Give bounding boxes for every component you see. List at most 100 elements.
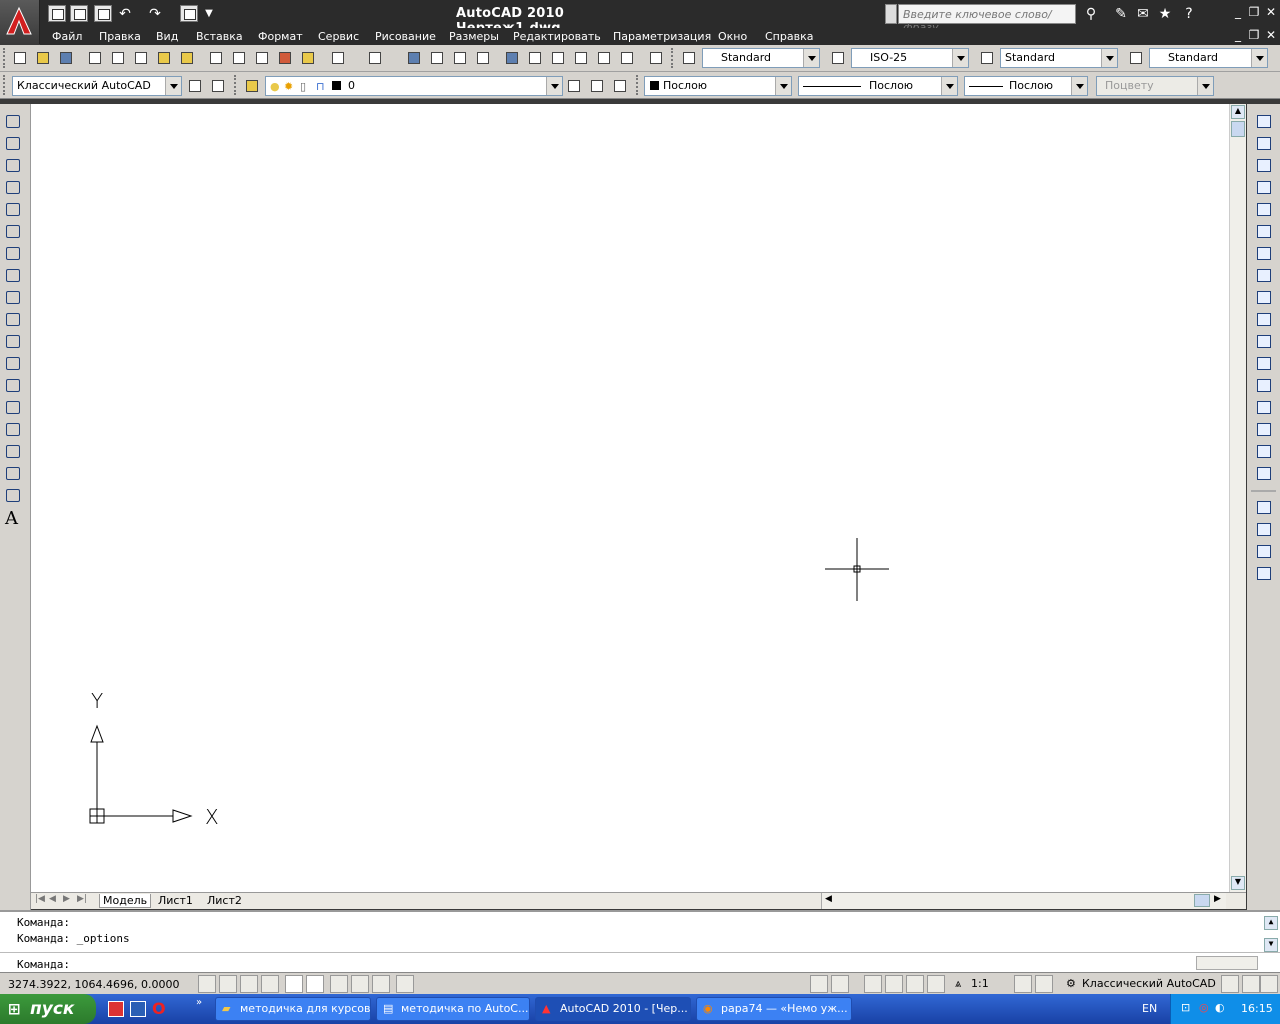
hscroll-thumb[interactable] [1194, 894, 1210, 907]
annotation-scale-value[interactable]: 1:1 [971, 977, 989, 990]
tool-palettes-icon[interactable] [548, 48, 568, 68]
construction-line-icon[interactable] [4, 134, 22, 152]
infer-constraints-icon[interactable] [198, 975, 216, 993]
match-properties-icon[interactable] [275, 48, 295, 68]
steering-wheel-icon[interactable] [864, 975, 882, 993]
scroll-left-icon[interactable]: ◀ [825, 894, 832, 904]
toolbar-grip[interactable] [636, 75, 640, 95]
polyline-icon[interactable] [4, 156, 22, 174]
save-icon[interactable] [94, 5, 112, 22]
lock-icon[interactable]: ▯ [300, 78, 306, 95]
object-snap-icon[interactable] [306, 975, 324, 993]
bring-above-icon[interactable] [1255, 542, 1273, 560]
annotation-scale-icon[interactable]: ⩓ [955, 977, 961, 991]
print-icon[interactable] [85, 48, 105, 68]
menu-edit[interactable]: Правка [99, 30, 141, 43]
new-icon[interactable] [48, 5, 66, 22]
menu-format[interactable]: Формат [258, 30, 303, 43]
redo-toolbar-icon[interactable] [365, 48, 385, 68]
menu-window[interactable]: Окно [718, 30, 747, 43]
tab-first-icon[interactable]: |◀ [35, 894, 45, 904]
tab-next-icon[interactable]: ▶ [63, 894, 70, 904]
menu-view[interactable]: Вид [156, 30, 178, 43]
search-expand-icon[interactable] [885, 4, 897, 24]
arc-icon[interactable] [4, 222, 22, 240]
task-firefox[interactable]: ◉ papa74 — «Немо уж... [696, 997, 852, 1021]
polar-tracking-icon[interactable] [285, 975, 303, 993]
task-folder[interactable]: ▰ методичка для курсов [215, 997, 371, 1021]
cmd-scroll-up-icon[interactable]: ▲ [1264, 916, 1278, 930]
quicklaunch-opera-icon[interactable]: O [152, 999, 166, 1018]
tab-layout2[interactable]: Лист2 [204, 894, 245, 907]
favorites-star-icon[interactable]: ★ [1156, 5, 1174, 23]
qnew-icon[interactable] [10, 48, 30, 68]
pan-icon[interactable] [404, 48, 424, 68]
workspace-switch-icon[interactable]: ⚙ [1066, 977, 1076, 990]
layer-states-icon[interactable] [610, 76, 630, 96]
linetype-select[interactable]: Послою [798, 76, 958, 96]
trim-icon[interactable] [1255, 310, 1273, 328]
menu-parametric[interactable]: Параметризация [613, 30, 711, 43]
print-preview-icon[interactable] [108, 48, 128, 68]
scale-icon[interactable] [1255, 266, 1273, 284]
menu-dimension[interactable]: Размеры [449, 30, 499, 43]
toolbar-grip[interactable] [671, 48, 675, 68]
chevron-down-icon[interactable] [1251, 49, 1267, 67]
open-icon[interactable] [70, 5, 88, 22]
clean-screen-icon[interactable] [1260, 975, 1278, 993]
otrack-icon[interactable] [351, 975, 369, 993]
menu-insert[interactable]: Вставка [196, 30, 243, 43]
region-icon[interactable] [4, 464, 22, 482]
tab-layout1[interactable]: Лист1 [155, 894, 196, 907]
command-prompt[interactable]: Команда: [17, 958, 70, 971]
chevron-down-icon[interactable] [546, 77, 562, 95]
dynamic-input-icon[interactable] [396, 975, 414, 993]
lightbulb-icon[interactable]: ● [270, 78, 280, 95]
menu-tools[interactable]: Сервис [318, 30, 359, 43]
start-button[interactable]: ⊞ пуск [0, 994, 96, 1024]
paste-icon[interactable] [252, 48, 272, 68]
chevron-down-icon[interactable] [1101, 49, 1117, 67]
chevron-down-icon[interactable] [941, 77, 957, 95]
binoculars-icon[interactable]: ⚲ [1082, 5, 1100, 23]
line-icon[interactable] [4, 112, 22, 130]
tab-model[interactable]: Модель [99, 894, 152, 908]
horizontal-scrollbar[interactable]: ◀ ▶ [821, 893, 1226, 909]
table-style-icon[interactable] [977, 48, 997, 68]
zoom-previous-icon[interactable] [473, 48, 493, 68]
menu-draw[interactable]: Рисование [375, 30, 436, 43]
dim-style-icon[interactable] [828, 48, 848, 68]
doc-close-icon[interactable]: ✕ [1263, 29, 1279, 43]
copy-object-icon[interactable] [1255, 134, 1273, 152]
language-indicator[interactable]: EN [1142, 1002, 1157, 1015]
workspace-settings-icon[interactable] [185, 76, 205, 96]
quick-view-layouts-icon[interactable] [831, 975, 849, 993]
opera-tray-icon[interactable]: ◎ [1199, 1001, 1209, 1014]
toolbar-grip[interactable] [3, 48, 7, 68]
plot-icon[interactable] [180, 5, 198, 22]
sun-icon[interactable]: ✹ [284, 78, 293, 95]
coordinates-readout[interactable]: 3274.3922, 1064.4696, 0.0000 [8, 978, 179, 991]
revision-cloud-icon[interactable] [4, 266, 22, 284]
chamfer-icon[interactable] [1255, 420, 1273, 438]
fillet-icon[interactable] [1255, 442, 1273, 460]
lock-toolbars-icon[interactable] [1221, 975, 1239, 993]
vertical-scrollbar[interactable]: ▲ ▼ [1229, 104, 1246, 892]
break-icon[interactable] [1255, 376, 1273, 394]
tab-last-icon[interactable]: ▶| [77, 894, 87, 904]
clock[interactable]: 16:15 [1241, 1002, 1273, 1015]
dim-style-select[interactable]: ISO-25 [851, 48, 969, 68]
chevron-down-icon[interactable] [165, 77, 181, 95]
annotation-visibility-icon[interactable] [1014, 975, 1032, 993]
zoom-window-icon[interactable] [450, 48, 470, 68]
chevron-down-icon[interactable] [775, 77, 791, 95]
save-file-icon[interactable] [56, 48, 76, 68]
quicklaunch-more-icon[interactable]: » [196, 997, 202, 1008]
rotate-icon[interactable] [1255, 244, 1273, 262]
table-style-select[interactable]: Standard [1000, 48, 1118, 68]
toolbar-grip[interactable] [3, 75, 7, 95]
hatch-icon[interactable] [4, 420, 22, 438]
zoom-realtime-icon[interactable] [427, 48, 447, 68]
speaker-icon[interactable]: ◐ [1215, 1001, 1225, 1014]
drawing-canvas[interactable]: Y X [31, 104, 1229, 892]
